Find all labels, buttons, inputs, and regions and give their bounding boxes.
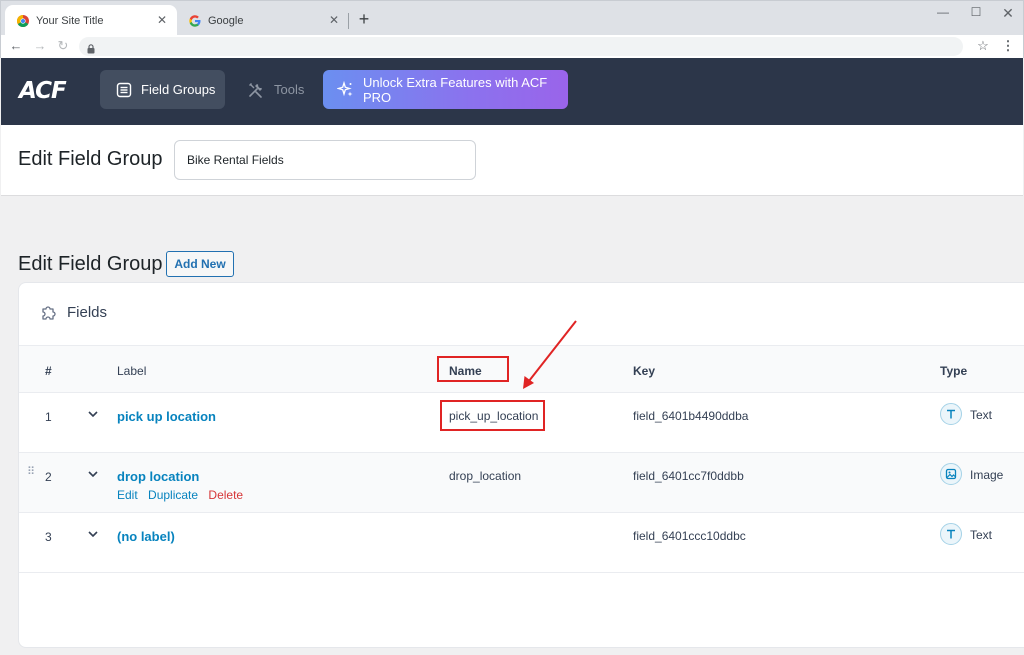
chevron-down-icon[interactable] bbox=[87, 527, 99, 545]
close-icon[interactable]: ✕ bbox=[155, 13, 169, 27]
edit-link[interactable]: Edit bbox=[117, 488, 138, 502]
bookmark-star-icon[interactable]: ☆ bbox=[974, 36, 992, 56]
menu-icon[interactable]: ⋮ bbox=[999, 36, 1017, 56]
row-number: 3 bbox=[45, 530, 52, 544]
delete-link[interactable]: Delete bbox=[208, 488, 243, 502]
reload-icon[interactable]: ↻ bbox=[54, 36, 72, 56]
google-icon bbox=[189, 14, 201, 27]
row-number: 1 bbox=[45, 410, 52, 424]
minimize-icon[interactable]: — bbox=[933, 5, 953, 21]
list-icon bbox=[116, 82, 132, 98]
table-row[interactable]: ⠿ 2 drop location Edit Duplicate Delete … bbox=[19, 453, 1024, 513]
unlock-pro-button[interactable]: Unlock Extra Features with ACF PRO bbox=[323, 70, 568, 109]
fields-table-header: # Label Name Key Type bbox=[19, 345, 1024, 393]
fields-panel: Fields # Label Name Key Type 1 pick up l… bbox=[18, 282, 1024, 648]
back-icon[interactable]: ← bbox=[7, 36, 25, 56]
nav-tools[interactable]: Tools bbox=[237, 70, 313, 109]
tab-title: Google bbox=[208, 14, 244, 27]
close-icon[interactable]: ✕ bbox=[327, 13, 341, 27]
duplicate-link[interactable]: Duplicate bbox=[148, 488, 198, 502]
field-label-link[interactable]: drop location bbox=[117, 469, 199, 484]
col-type: Type bbox=[940, 364, 968, 378]
fields-panel-header: Fields bbox=[40, 303, 107, 322]
highlight-box-name-header bbox=[437, 356, 509, 382]
field-type: Image bbox=[970, 468, 1004, 482]
nav-tools-label: Tools bbox=[274, 82, 305, 97]
field-key: field_6401ccc10ddbc bbox=[633, 529, 746, 543]
section-title: Edit Field Group bbox=[18, 253, 163, 275]
unlock-pro-label: Unlock Extra Features with ACF PRO bbox=[363, 74, 548, 105]
tab-title: Your Site Title bbox=[36, 14, 104, 27]
tools-icon bbox=[247, 81, 265, 99]
text-icon bbox=[940, 523, 962, 545]
field-type: Text bbox=[970, 528, 993, 542]
field-label-link[interactable]: (no label) bbox=[117, 529, 175, 544]
fields-panel-title: Fields bbox=[67, 304, 108, 321]
col-key: Key bbox=[633, 364, 656, 378]
row-number: 2 bbox=[45, 470, 52, 484]
field-name: drop_location bbox=[449, 469, 522, 483]
col-num: # bbox=[45, 364, 52, 378]
field-type: Text bbox=[970, 408, 993, 422]
tab-your-site[interactable]: Your Site Title ✕ bbox=[5, 5, 177, 36]
lock-icon bbox=[87, 41, 95, 59]
address-bar[interactable] bbox=[79, 37, 963, 56]
field-key: field_6401b4490ddba bbox=[633, 409, 749, 423]
drag-handle-icon[interactable]: ⠿ bbox=[27, 467, 37, 478]
page-title: Edit Field Group bbox=[18, 148, 163, 170]
chevron-down-icon[interactable] bbox=[87, 467, 99, 485]
browser-toolbar: ← → ↻ ☆ ⋮ bbox=[0, 35, 1024, 58]
chevron-down-icon[interactable] bbox=[87, 407, 99, 425]
acf-top-bar: ACF Field Groups Tools Unlock Extra Feat… bbox=[1, 58, 1023, 125]
field-group-title-input[interactable] bbox=[174, 140, 476, 180]
highlight-box-field-name bbox=[440, 400, 545, 431]
sparkle-icon bbox=[337, 81, 354, 98]
add-new-button[interactable]: Add New bbox=[166, 251, 234, 277]
text-icon bbox=[940, 403, 962, 425]
image-icon bbox=[940, 463, 962, 485]
col-label: Label bbox=[117, 364, 147, 378]
chrome-icon bbox=[17, 14, 29, 27]
window-close-icon[interactable]: ✕ bbox=[998, 5, 1018, 21]
maximize-icon[interactable]: ☐ bbox=[966, 5, 986, 21]
field-key: field_6401cc7f0ddbb bbox=[633, 469, 744, 483]
nav-field-groups[interactable]: Field Groups bbox=[100, 70, 225, 109]
puzzle-icon bbox=[40, 303, 59, 322]
new-tab-icon[interactable]: + bbox=[355, 9, 373, 29]
page-header: Edit Field Group bbox=[1, 125, 1023, 196]
table-row[interactable]: 3 (no label) field_6401ccc10ddbc Text bbox=[19, 513, 1024, 573]
browser-tab-strip: Your Site Title ✕ Google ✕ + — ☐ ✕ bbox=[0, 0, 1024, 36]
tab-google[interactable]: Google ✕ bbox=[177, 5, 349, 36]
forward-icon[interactable]: → bbox=[31, 36, 49, 56]
row-actions: Edit Duplicate Delete bbox=[117, 488, 250, 502]
field-label-link[interactable]: pick up location bbox=[117, 409, 216, 424]
nav-field-groups-label: Field Groups bbox=[141, 82, 216, 97]
tab-divider bbox=[348, 13, 349, 29]
acf-logo: ACF bbox=[19, 78, 67, 104]
